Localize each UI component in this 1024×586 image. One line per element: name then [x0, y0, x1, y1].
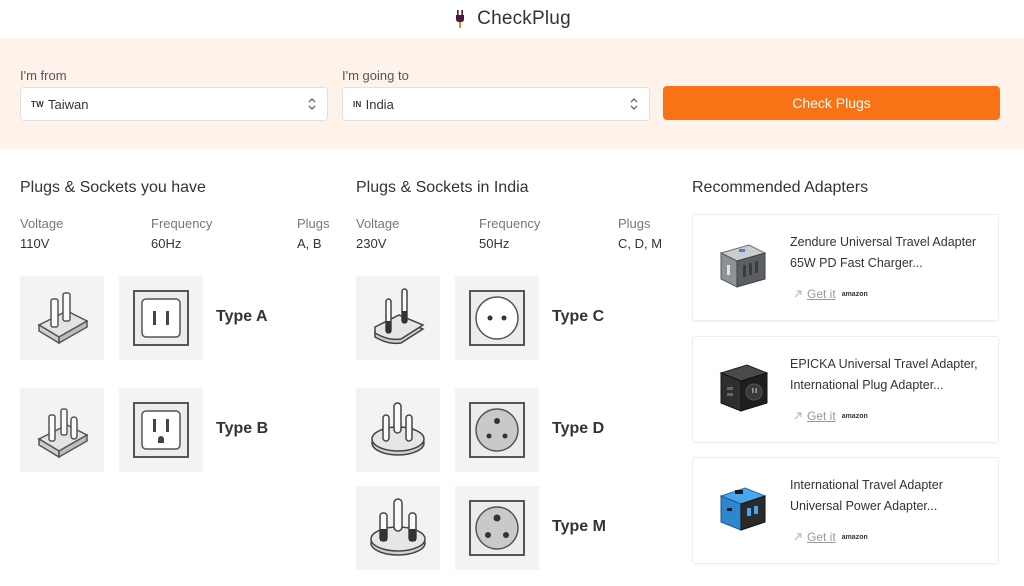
- check-plugs-button[interactable]: Check Plugs: [663, 86, 1000, 120]
- gray-adapter-icon: [719, 244, 767, 288]
- to-country-value: India: [365, 96, 394, 112]
- dest-frequency-label: Frequency: [479, 216, 541, 231]
- type-d-socket-tile: [455, 388, 539, 472]
- from-country-value: Taiwan: [48, 96, 89, 112]
- have-frequency-label: Frequency: [151, 216, 213, 231]
- type-m-plug-icon: [370, 498, 426, 556]
- get-it-text: Get it: [807, 530, 836, 544]
- type-d-label: Type D: [552, 420, 605, 437]
- blue-adapter-icon: [719, 487, 767, 531]
- to-country-select[interactable]: IN India: [342, 87, 650, 121]
- type-b-socket-tile: [119, 388, 203, 472]
- type-c-plug-tile: [356, 276, 440, 360]
- app-title[interactable]: CheckPlug: [477, 8, 571, 30]
- have-voltage-label: Voltage: [20, 216, 64, 231]
- external-link-icon: [794, 412, 802, 420]
- dest-voltage-value: 230V: [356, 236, 387, 251]
- type-c-label: Type C: [552, 308, 605, 325]
- adapter-title-line: International Travel Adapter: [790, 478, 943, 492]
- from-flag-code: TW: [31, 99, 45, 109]
- adapter-title-line: Zendure Universal Travel Adapter: [790, 235, 977, 249]
- amazon-logo: amazon: [841, 533, 868, 541]
- get-it-text: Get it: [807, 409, 836, 423]
- type-d-plug-icon: [371, 402, 425, 456]
- type-m-plug-tile: [356, 486, 440, 570]
- type-m-label: Type M: [552, 518, 606, 535]
- external-link-icon: [794, 290, 802, 298]
- type-c-socket-tile: [455, 276, 539, 360]
- type-c-plug-icon: [374, 288, 425, 345]
- adapter-title-line: EPICKA Universal Travel Adapter,: [790, 357, 978, 371]
- black-adapter-icon: [719, 364, 769, 412]
- type-b-plug-icon: [37, 408, 89, 459]
- have-voltage-value: 110V: [20, 236, 50, 251]
- have-plugs-value: A, B: [297, 236, 322, 251]
- get-it-link[interactable]: Get it amazon: [793, 409, 868, 423]
- amazon-logo: amazon: [841, 290, 868, 298]
- dest-voltage-label: Voltage: [356, 216, 400, 231]
- from-label: I'm from: [20, 68, 67, 83]
- get-it-link[interactable]: Get it amazon: [793, 530, 868, 544]
- amazon-logo: amazon: [841, 412, 868, 420]
- dest-frequency-value: 50Hz: [479, 236, 510, 251]
- to-label: I'm going to: [342, 68, 409, 83]
- type-m-socket-icon: [469, 500, 525, 556]
- adapter-card[interactable]: EPICKA Universal Travel Adapter, Interna…: [692, 336, 999, 443]
- dest-plugs-label: Plugs: [618, 216, 651, 231]
- have-frequency-value: 60Hz: [151, 236, 182, 251]
- type-b-plug-tile: [20, 388, 104, 472]
- adapter-title-line: 65W PD Fast Charger...: [790, 256, 923, 270]
- external-link-icon: [794, 533, 802, 541]
- type-m-socket-tile: [455, 486, 539, 570]
- adapter-card[interactable]: Zendure Universal Travel Adapter 65W PD …: [692, 214, 999, 321]
- type-a-label: Type A: [216, 308, 268, 325]
- adapter-title[interactable]: International Travel Adapter Universal P…: [790, 475, 990, 517]
- select-arrows-icon: [308, 98, 316, 110]
- get-it-text: Get it: [807, 287, 836, 301]
- adapter-card[interactable]: International Travel Adapter Universal P…: [692, 457, 999, 564]
- type-d-socket-icon: [469, 402, 525, 458]
- get-it-link[interactable]: Get it amazon: [793, 287, 868, 301]
- app-header: CheckPlug: [0, 0, 1024, 38]
- adapters-title: Recommended Adapters: [692, 179, 869, 196]
- adapter-title[interactable]: Zendure Universal Travel Adapter 65W PD …: [790, 232, 990, 274]
- to-flag-code: IN: [353, 99, 362, 109]
- type-b-socket-icon: [133, 402, 189, 458]
- plug-icon: [456, 10, 465, 28]
- dest-plugs-value: C, D, M: [618, 236, 663, 251]
- dest-title: Plugs & Sockets in India: [356, 179, 529, 196]
- adapter-title-line: International Plug Adapter...: [790, 378, 944, 392]
- adapter-title-line: Universal Power Adapter...: [790, 499, 938, 513]
- have-plugs-label: Plugs: [297, 216, 330, 231]
- adapter-title[interactable]: EPICKA Universal Travel Adapter, Interna…: [790, 354, 990, 396]
- from-country-select[interactable]: TW Taiwan: [20, 87, 328, 121]
- select-arrows-icon: [630, 98, 638, 110]
- type-a-socket-tile: [119, 276, 203, 360]
- type-a-socket-icon: [133, 290, 189, 346]
- type-a-plug-icon: [37, 292, 89, 345]
- type-a-plug-tile: [20, 276, 104, 360]
- have-title: Plugs & Sockets you have: [20, 179, 206, 196]
- type-d-plug-tile: [356, 388, 440, 472]
- type-c-socket-icon: [469, 290, 525, 346]
- type-b-label: Type B: [216, 420, 269, 437]
